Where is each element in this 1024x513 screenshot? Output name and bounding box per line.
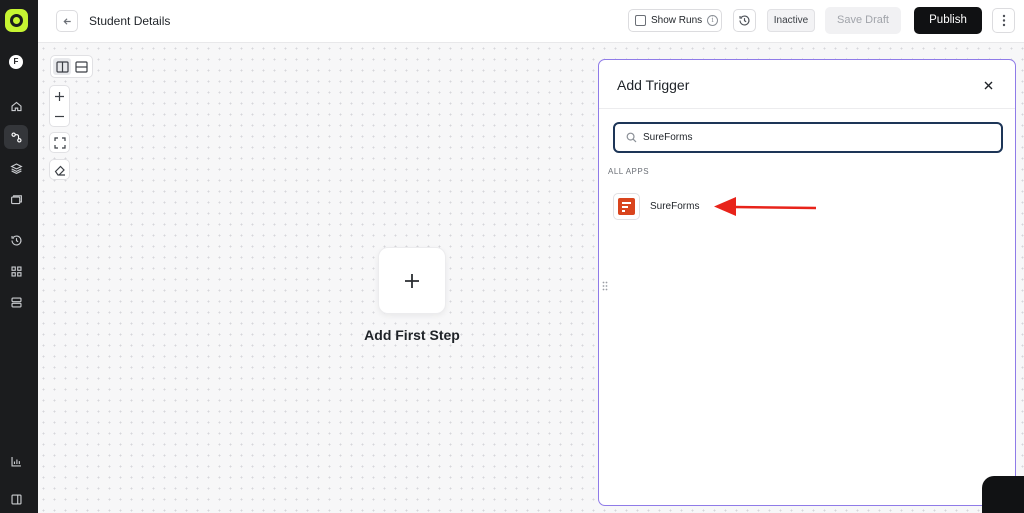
plus-icon: [405, 273, 419, 288]
save-draft-button[interactable]: Save Draft: [825, 7, 901, 34]
info-icon[interactable]: i: [707, 15, 719, 26]
horizontal-layout-icon[interactable]: [72, 58, 90, 75]
fit-view-icon[interactable]: [49, 132, 70, 153]
workflow-icon[interactable]: [4, 125, 28, 149]
close-icon[interactable]: [979, 76, 997, 94]
eraser-icon[interactable]: [49, 159, 70, 180]
zoom-controls: [49, 85, 70, 127]
back-button[interactable]: [56, 10, 78, 32]
publish-button[interactable]: Publish: [914, 7, 982, 34]
apps-grid-icon[interactable]: [4, 259, 28, 283]
show-runs-toggle[interactable]: Show Runs i: [628, 9, 722, 32]
zoom-out-icon[interactable]: [50, 106, 69, 126]
search-value[interactable]: SureForms: [643, 132, 692, 143]
drag-handle-icon[interactable]: [602, 278, 608, 291]
layout-toggle: [50, 55, 93, 78]
history-icon: [739, 15, 750, 26]
vertical-layout-icon[interactable]: [53, 58, 71, 75]
left-sidebar: F: [0, 0, 38, 513]
server-icon[interactable]: [4, 290, 28, 314]
history-icon[interactable]: [4, 228, 28, 252]
version-history-button[interactable]: [733, 9, 756, 32]
add-first-step-button[interactable]: [378, 247, 446, 314]
top-bar: Student Details Show Runs i Inactive Sav…: [38, 0, 1024, 43]
more-vertical-icon: [1002, 14, 1005, 27]
collapse-sidebar-icon[interactable]: [4, 487, 28, 511]
annotation-arrow-icon: [714, 197, 817, 216]
more-options-button[interactable]: [992, 8, 1015, 33]
all-apps-label: ALL APPS: [608, 167, 650, 176]
add-first-step-label: Add First Step: [364, 327, 460, 343]
add-trigger-panel: Add Trigger SureForms ALL APPS SureForms: [598, 59, 1016, 506]
panel-divider: [599, 108, 1015, 109]
app-logo-icon[interactable]: [5, 9, 28, 32]
panel-title: Add Trigger: [617, 77, 690, 93]
page-title: Student Details: [89, 14, 171, 28]
app-search-input[interactable]: SureForms: [613, 122, 1003, 153]
sureforms-logo-icon: [613, 192, 640, 220]
zoom-in-icon[interactable]: [50, 86, 69, 106]
arrow-left-icon: [62, 17, 71, 25]
status-badge[interactable]: Inactive: [767, 9, 815, 32]
show-runs-checkbox[interactable]: [635, 15, 646, 26]
search-icon: [626, 132, 637, 143]
chat-widget-button[interactable]: [982, 476, 1024, 513]
user-avatar[interactable]: F: [9, 55, 23, 69]
show-runs-label: Show Runs: [651, 15, 703, 26]
home-icon[interactable]: [4, 94, 28, 118]
layers-icon[interactable]: [4, 156, 28, 180]
app-name: SureForms: [650, 200, 700, 212]
analytics-icon[interactable]: [4, 449, 28, 473]
folders-icon[interactable]: [4, 187, 28, 211]
